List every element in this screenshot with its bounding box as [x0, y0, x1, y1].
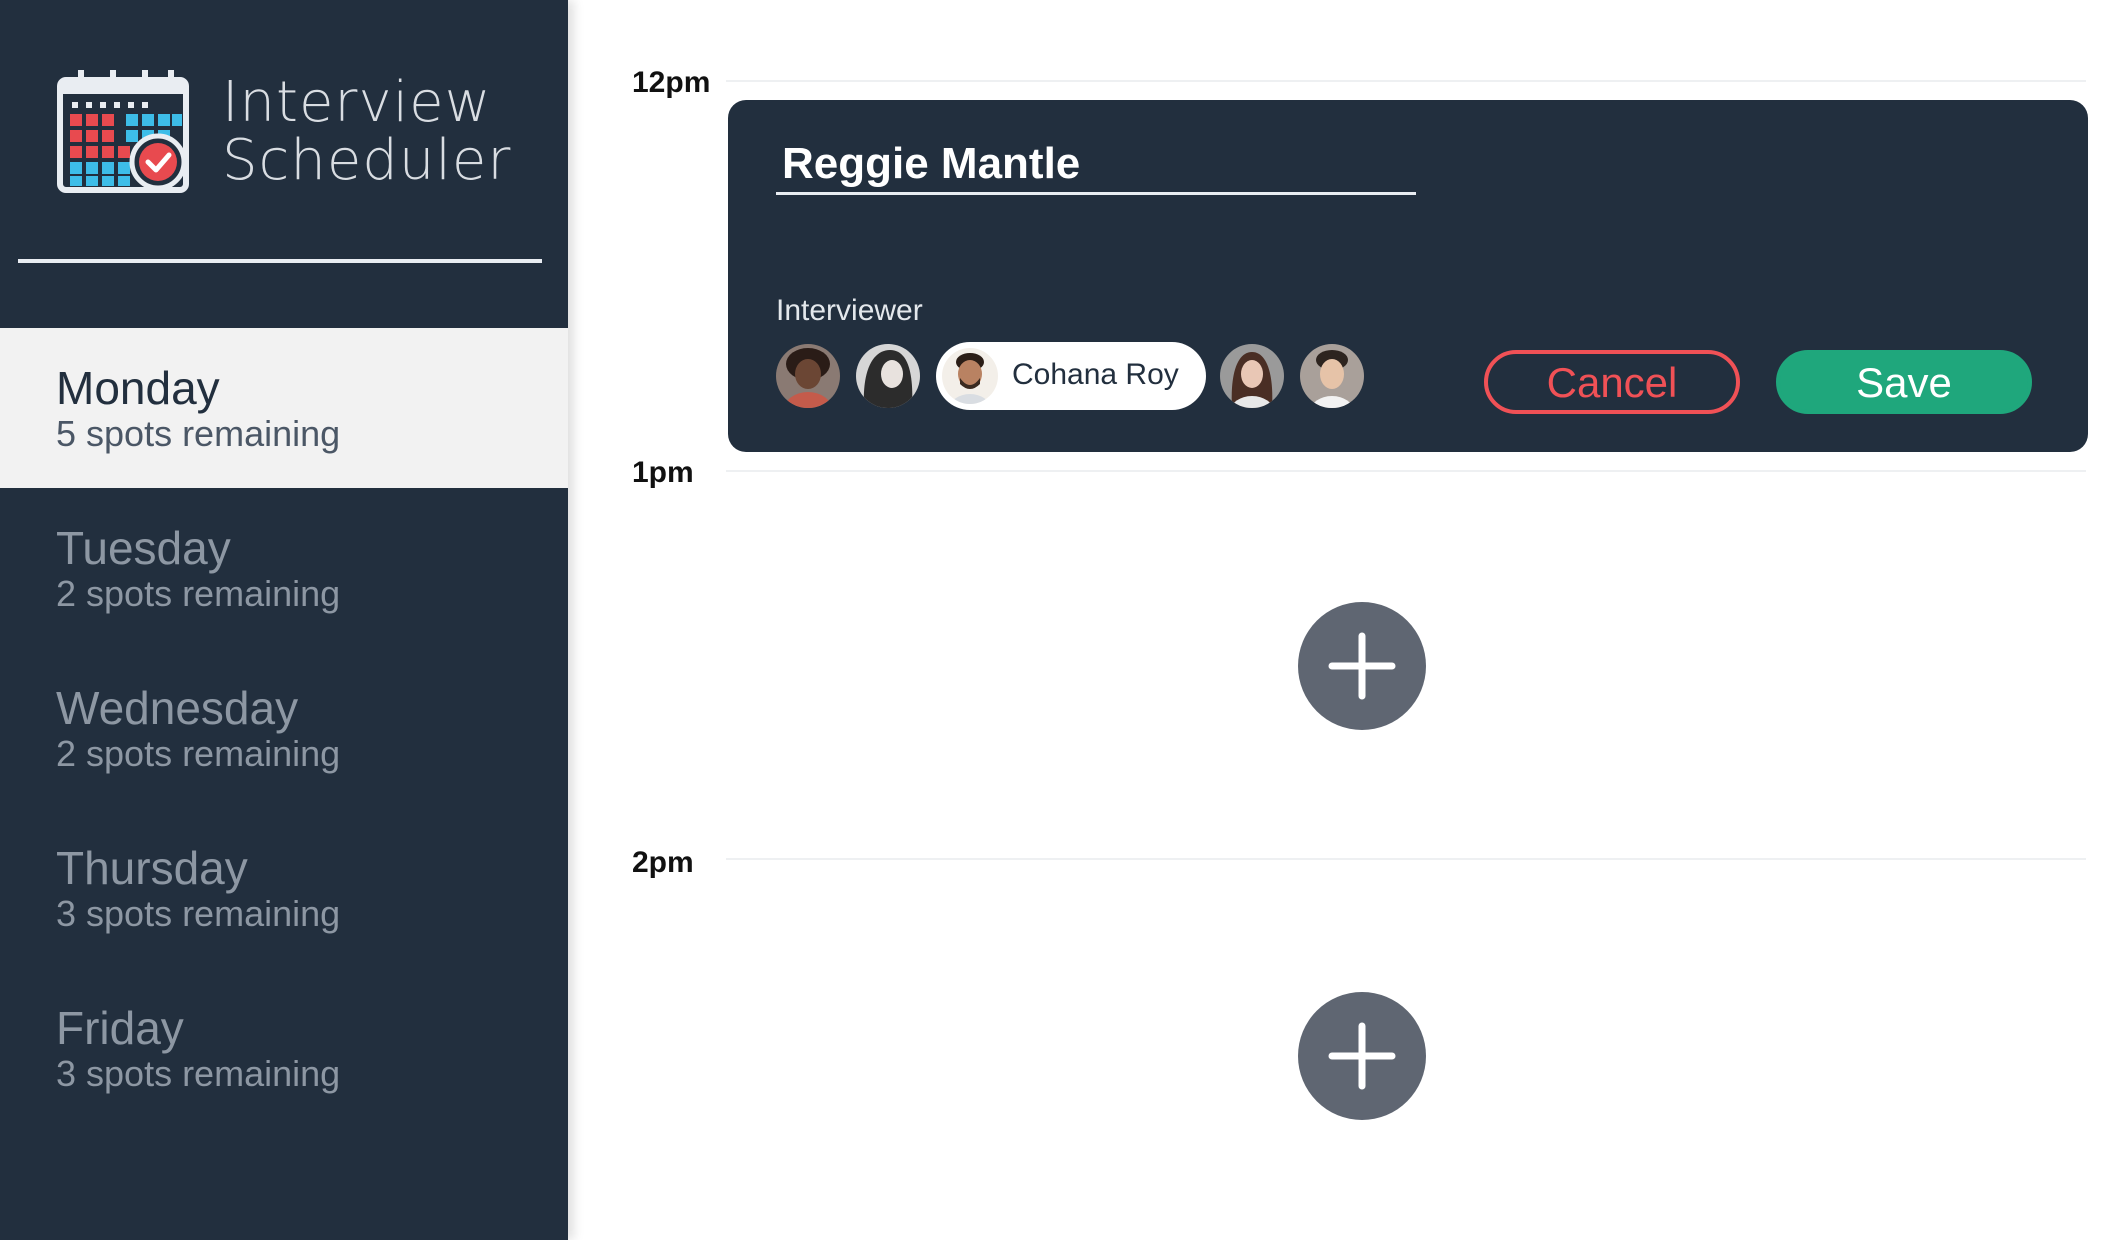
interviewer-avatar	[942, 348, 998, 404]
day-item-tuesday[interactable]: Tuesday 2 spots remaining	[0, 488, 568, 648]
day-item-wednesday[interactable]: Wednesday 2 spots remaining	[0, 648, 568, 808]
day-item-monday[interactable]: Monday 5 spots remaining	[0, 328, 568, 488]
sidebar: Interview Scheduler Monday 5 spots remai…	[0, 0, 568, 1240]
interviewer-label: Interviewer	[776, 294, 923, 327]
interviewer-avatar[interactable]	[856, 344, 920, 408]
hour-divider	[726, 470, 2086, 472]
hour-divider	[726, 858, 2086, 860]
save-button[interactable]: Save	[1776, 350, 2032, 414]
day-item-friday[interactable]: Friday 3 spots remaining	[0, 968, 568, 1128]
app-title-line1: Interview	[222, 70, 492, 135]
day-spots: 2 spots remaining	[56, 733, 341, 774]
add-appointment-button[interactable]	[1298, 992, 1426, 1120]
day-item-thursday[interactable]: Thursday 3 spots remaining	[0, 808, 568, 968]
time-label-12pm: 12pm	[632, 66, 711, 99]
cancel-button[interactable]: Cancel	[1484, 350, 1740, 414]
calendar-check-icon	[57, 70, 189, 193]
day-spots: 3 spots remaining	[56, 1053, 341, 1094]
day-name: Wednesday	[56, 682, 299, 734]
time-label-2pm: 2pm	[632, 846, 694, 879]
brand: Interview Scheduler	[56, 68, 516, 198]
plus-icon	[1328, 632, 1396, 700]
app-title: Interview Scheduler	[222, 74, 511, 190]
appointment-form: Interviewer Cohana Roy Cancel Save	[728, 100, 2088, 452]
day-name: Monday	[56, 362, 220, 414]
day-spots: 2 spots remaining	[56, 573, 341, 614]
time-label-1pm: 1pm	[632, 456, 694, 489]
plus-icon	[1328, 1022, 1396, 1090]
day-name: Tuesday	[56, 522, 231, 574]
student-name-input[interactable]	[776, 136, 1416, 195]
selected-interviewer-name: Cohana Roy	[1012, 358, 1179, 391]
app-title-line2: Scheduler	[222, 128, 512, 193]
interviewer-avatar[interactable]	[1220, 344, 1284, 408]
day-name: Thursday	[56, 842, 248, 894]
sidebar-divider	[18, 259, 542, 263]
interviewer-avatar[interactable]	[776, 344, 840, 408]
schedule: 12pm Interviewer Cohana Roy	[568, 0, 2128, 1240]
day-spots: 3 spots remaining	[56, 893, 341, 934]
day-name: Friday	[56, 1002, 184, 1054]
interviewer-avatar[interactable]	[1300, 344, 1364, 408]
hour-divider	[726, 80, 2086, 82]
add-appointment-button[interactable]	[1298, 602, 1426, 730]
day-spots: 5 spots remaining	[56, 413, 341, 454]
selected-interviewer[interactable]: Cohana Roy	[936, 342, 1206, 410]
